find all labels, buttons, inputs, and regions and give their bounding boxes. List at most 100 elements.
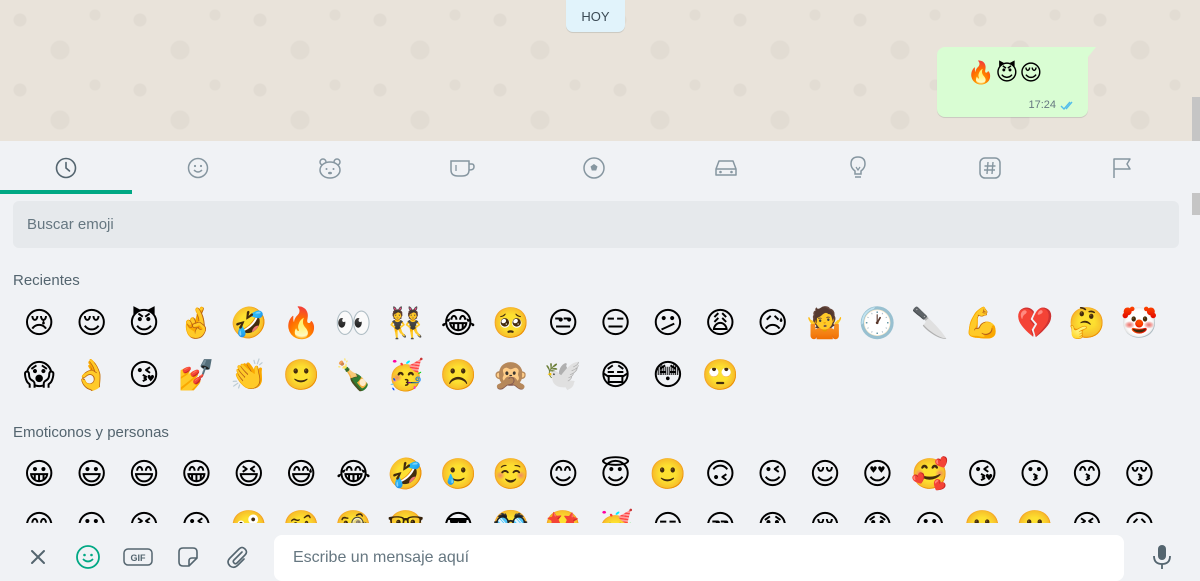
emoji-item[interactable]: 😔	[799, 501, 851, 523]
emoji-item[interactable]: 👌	[65, 350, 117, 402]
emoji-item[interactable]: 😕	[642, 298, 694, 350]
emoji-item[interactable]: 🙊	[485, 350, 537, 402]
emoji-item[interactable]: 🕐	[851, 298, 903, 350]
emoji-item[interactable]: 🥲	[432, 449, 484, 501]
attach-button[interactable]	[222, 542, 252, 572]
emoji-item[interactable]: 😣	[1061, 501, 1113, 523]
emoji-item[interactable]: 🤓	[380, 501, 432, 523]
emoji-item[interactable]: 😑	[589, 298, 641, 350]
close-panel-button[interactable]	[23, 542, 53, 572]
mic-button[interactable]	[1147, 542, 1177, 572]
emoji-item[interactable]: 🥳	[589, 501, 641, 523]
emoji-item[interactable]: 😀	[13, 449, 65, 501]
emoji-item[interactable]: ☹️	[1008, 501, 1060, 523]
emoji-item[interactable]: 😒	[537, 298, 589, 350]
emoji-item[interactable]: 😕	[904, 501, 956, 523]
emoji-item[interactable]: 😆	[223, 449, 275, 501]
emoji-item[interactable]: 🥰	[904, 449, 956, 501]
emoji-item[interactable]: 😂	[327, 449, 379, 501]
emoji-item[interactable]: 🙂	[642, 449, 694, 501]
emoji-item[interactable]: 🔪	[904, 298, 956, 350]
emoji-item[interactable]: 🍾	[327, 350, 379, 402]
tab-simbolos[interactable]	[924, 141, 1056, 194]
emoji-item[interactable]: 🙃	[694, 449, 746, 501]
emoji-item[interactable]: 🤣	[223, 298, 275, 350]
emoji-item[interactable]: 😘	[956, 449, 1008, 501]
emoji-item[interactable]: 😛	[65, 501, 117, 523]
emoji-item[interactable]: 😞	[746, 501, 798, 523]
message-input[interactable]	[274, 535, 1124, 581]
emoji-item[interactable]: 😃	[65, 449, 117, 501]
emoji-item[interactable]: 😇	[589, 449, 641, 501]
emoji-item[interactable]: 💔	[1008, 298, 1060, 350]
emoji-item[interactable]: 👯	[380, 298, 432, 350]
emoji-item[interactable]: 😁	[170, 449, 222, 501]
emoji-item[interactable]: 👏	[223, 350, 275, 402]
emoji-item[interactable]: 😱	[13, 350, 65, 402]
emoji-item[interactable]: 😝	[118, 501, 170, 523]
emoji-item[interactable]: 😖	[1113, 501, 1165, 523]
emoji-item[interactable]: 🙁	[956, 501, 1008, 523]
emoji-item[interactable]: 😒	[694, 501, 746, 523]
emoji-item[interactable]: 😌	[65, 298, 117, 350]
emoji-item[interactable]: 😢	[13, 298, 65, 350]
emoji-item[interactable]: 🥸	[485, 501, 537, 523]
panel-scrollbar[interactable]	[1192, 193, 1200, 215]
emoji-item[interactable]: 😙	[1061, 449, 1113, 501]
emoji-item[interactable]: 🤔	[1061, 298, 1113, 350]
emoji-item[interactable]: ☹️	[432, 350, 484, 402]
emoji-item[interactable]: 😌	[799, 449, 851, 501]
emoji-item[interactable]: 🙂	[275, 350, 327, 402]
gif-button[interactable]: GIF	[123, 542, 153, 572]
tab-emoticonos[interactable]	[132, 141, 264, 194]
outgoing-message[interactable]: 🔥😈😌 17:24	[937, 47, 1096, 117]
tab-banderas[interactable]	[1056, 141, 1188, 194]
emoji-item[interactable]: 😗	[1008, 449, 1060, 501]
emoji-item[interactable]: 🕊️	[537, 350, 589, 402]
emoji-item[interactable]: ☺️	[485, 449, 537, 501]
emoji-item[interactable]: 😎	[432, 501, 484, 523]
emoji-item[interactable]: 😷	[589, 350, 641, 402]
chat-scrollbar[interactable]	[1192, 97, 1200, 141]
sticker-button[interactable]	[173, 542, 203, 572]
emoji-item[interactable]: 🔥	[275, 298, 327, 350]
emoji-item[interactable]: 😟	[851, 501, 903, 523]
emoji-button[interactable]	[73, 542, 103, 572]
emoji-item[interactable]: 😉	[746, 449, 798, 501]
emoji-item[interactable]: 🤪	[223, 501, 275, 523]
emoji-item[interactable]: 🤞	[170, 298, 222, 350]
emoji-item[interactable]: 🧐	[327, 501, 379, 523]
emoji-item[interactable]: 🤣	[380, 449, 432, 501]
emoji-item[interactable]: 🙄	[694, 350, 746, 402]
emoji-item[interactable]: 😳	[642, 350, 694, 402]
tab-viajes[interactable]	[660, 141, 792, 194]
emoji-item[interactable]: 😊	[537, 449, 589, 501]
emoji-item[interactable]: 🤨	[275, 501, 327, 523]
emoji-item[interactable]: 😍	[851, 449, 903, 501]
emoji-item[interactable]: 🥺	[485, 298, 537, 350]
tab-recientes[interactable]	[0, 141, 132, 194]
emoji-item[interactable]: 😋	[13, 501, 65, 523]
tab-actividades[interactable]	[528, 141, 660, 194]
emoji-item[interactable]: 🤩	[537, 501, 589, 523]
emoji-item[interactable]: 💪	[956, 298, 1008, 350]
emoji-item[interactable]: 🤡	[1113, 298, 1165, 350]
emoji-item[interactable]: 🥳	[380, 350, 432, 402]
emoji-item[interactable]: 😂	[432, 298, 484, 350]
emoji-item[interactable]: 👀	[327, 298, 379, 350]
emoji-item[interactable]: 😅	[275, 449, 327, 501]
emoji-search-input[interactable]	[13, 201, 1179, 248]
tab-objetos[interactable]	[792, 141, 924, 194]
tab-animales[interactable]	[264, 141, 396, 194]
emoji-item[interactable]: 😥	[746, 298, 798, 350]
emoji-item[interactable]: 💅	[170, 350, 222, 402]
emoji-item[interactable]: 😈	[118, 298, 170, 350]
emoji-item[interactable]: 😚	[1113, 449, 1165, 501]
emoji-item[interactable]: 🤷	[799, 298, 851, 350]
emoji-item[interactable]: 😏	[642, 501, 694, 523]
emoji-item[interactable]: 😘	[118, 350, 170, 402]
emoji-item[interactable]: 😄	[118, 449, 170, 501]
emoji-item[interactable]: 😜	[170, 501, 222, 523]
tab-comida[interactable]	[396, 141, 528, 194]
emoji-item[interactable]: 😩	[694, 298, 746, 350]
